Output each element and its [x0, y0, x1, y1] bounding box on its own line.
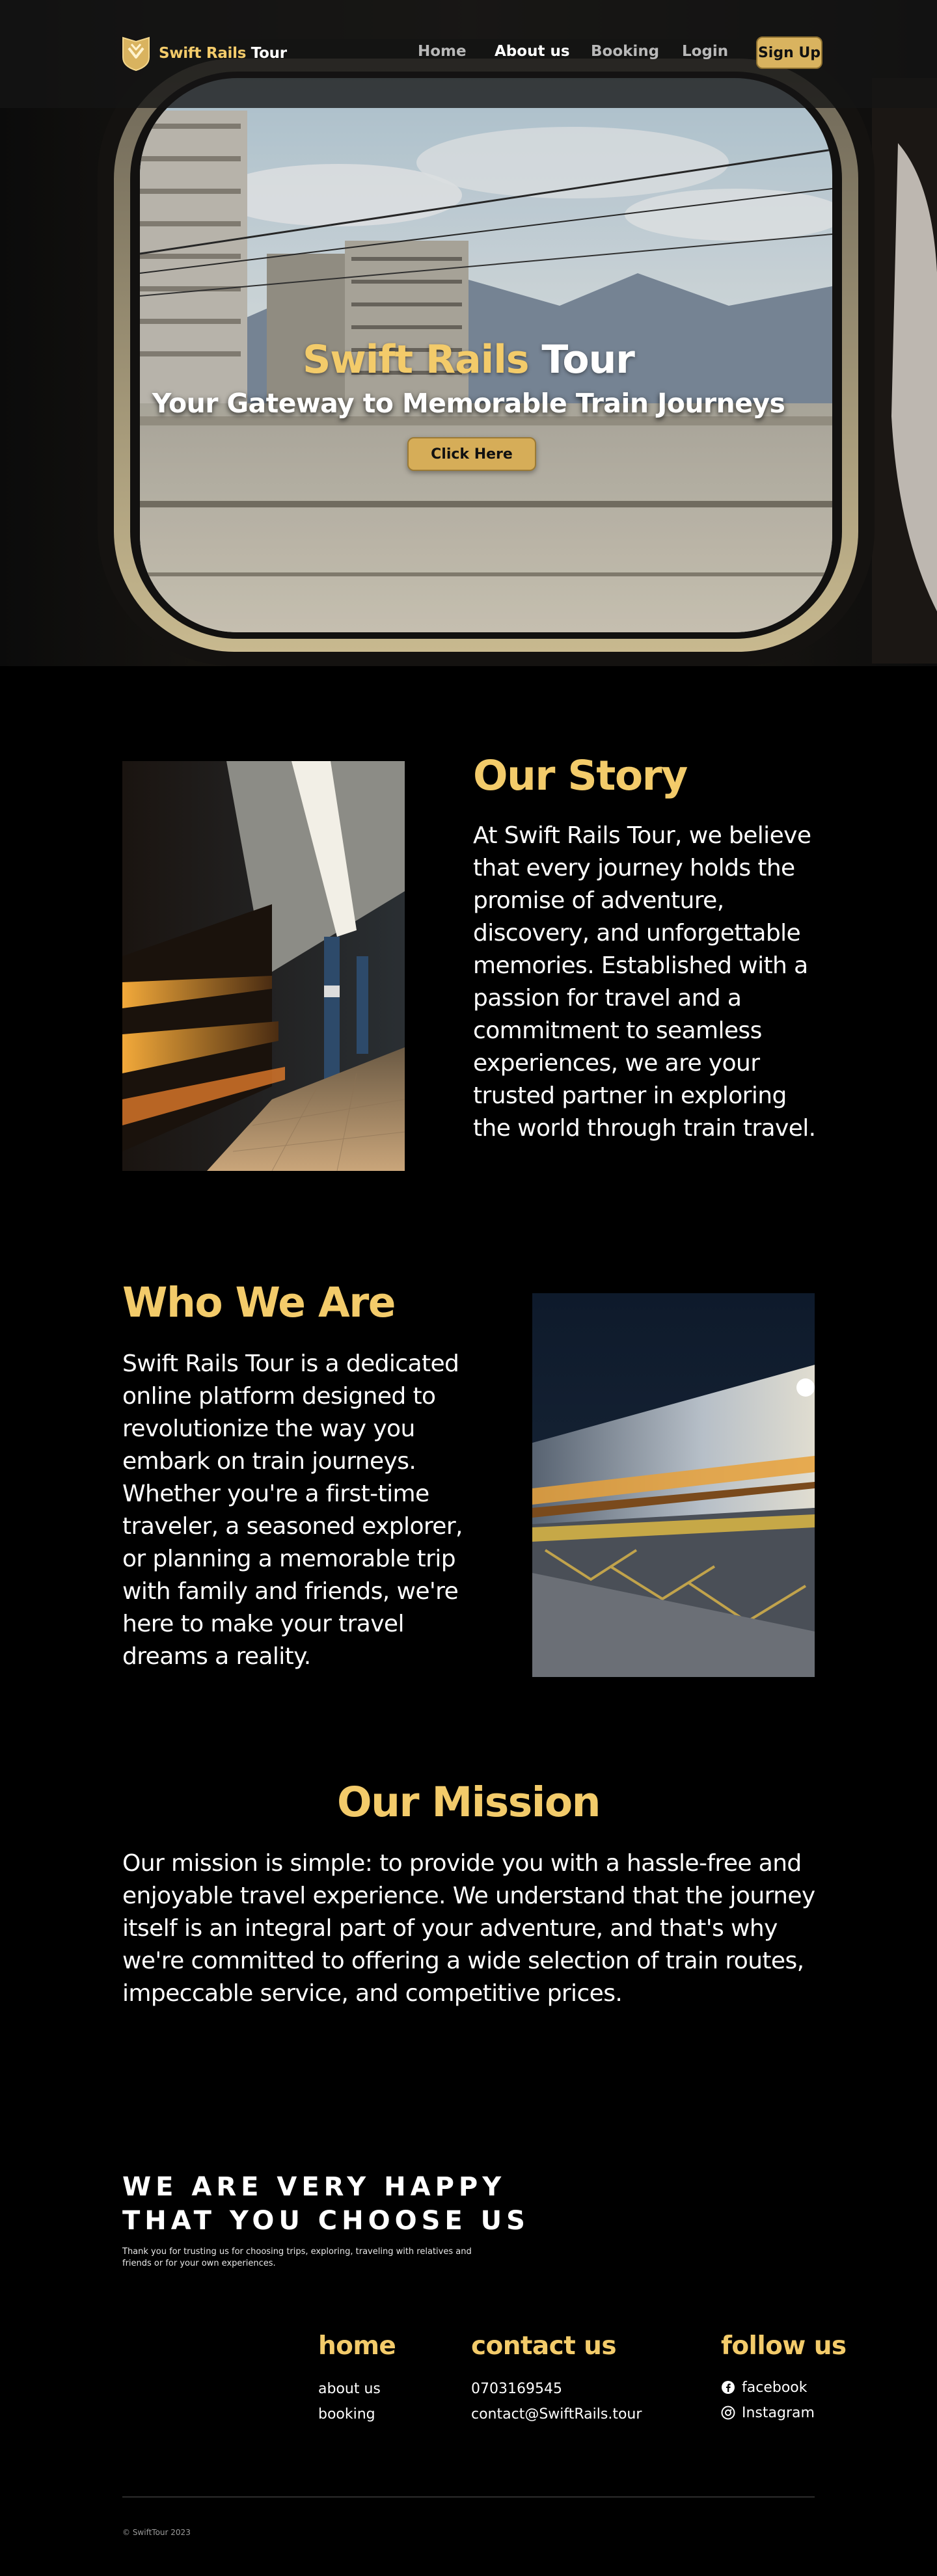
thank-you-subtitle: Thank you for trusting us for choosing t… [122, 2247, 472, 2268]
our-story-title: Our Story [473, 752, 688, 799]
nav-booking[interactable]: Booking [591, 43, 659, 60]
instagram-label: Instagram [742, 2405, 815, 2421]
footer-link-about-us[interactable]: about us [318, 2381, 381, 2397]
who-we-are-title: Who We Are [122, 1279, 396, 1326]
brand-name-white: Tour [246, 45, 287, 62]
facebook-label: facebook [742, 2380, 808, 2396]
subway-platform-image [122, 761, 405, 1171]
our-mission-text: Our mission is simple: to provide you wi… [122, 1850, 815, 2007]
top-navbar: Swift Rails Tour Home About us Booking L… [0, 0, 937, 108]
footer-contact-title: contact us [471, 2331, 617, 2361]
brand-name: Swift Rails Tour [159, 45, 287, 62]
facebook-icon [722, 2381, 735, 2394]
copyright: © SwiftTour 2023 [122, 2528, 191, 2537]
nav-home[interactable]: Home [418, 43, 467, 60]
hero-subtitle: Your Gateway to Memorable Train Journeys [152, 388, 785, 419]
instagram-icon [721, 2406, 735, 2420]
hero-title: Swift Rails Tour [0, 337, 937, 382]
brand-name-gold: Swift Rails [159, 45, 247, 62]
thank-you-line-1: WE ARE VERY HAPPY [122, 2172, 506, 2202]
footer-facebook-link[interactable]: facebook [721, 2380, 807, 2396]
footer-follow-title: follow us [721, 2331, 847, 2361]
speeding-train-image [532, 1293, 815, 1677]
our-story-text: At Swift Rails Tour, we believe that eve… [473, 822, 816, 1142]
footer-email[interactable]: contact@SwiftRails.tour [471, 2406, 642, 2422]
hero-title-gold: Swift Rails [303, 337, 529, 382]
hero-title-white: Tour [528, 337, 635, 382]
footer-home-title: home [318, 2331, 396, 2361]
who-we-are-text: Swift Rails Tour is a dedicated online p… [122, 1350, 463, 1670]
click-here-button[interactable]: Click Here [407, 437, 536, 471]
nav-login[interactable]: Login [682, 43, 728, 60]
thank-you-heading: WE ARE VERY HAPPY THAT YOU CHOOSE US [122, 2170, 617, 2238]
footer-link-booking[interactable]: booking [318, 2406, 375, 2422]
shield-logo-icon [122, 36, 150, 72]
footer-phone[interactable]: 0703169545 [471, 2381, 562, 2397]
brand-logo[interactable]: Swift Rails Tour [121, 35, 287, 72]
nav-about-us[interactable]: About us [495, 43, 570, 60]
thank-you-line-2: THAT YOU CHOOSE US [122, 2206, 530, 2236]
sign-up-button[interactable]: Sign Up [756, 36, 822, 69]
our-mission-title: Our Mission [337, 1778, 601, 1826]
footer-instagram-link[interactable]: Instagram [721, 2405, 815, 2421]
